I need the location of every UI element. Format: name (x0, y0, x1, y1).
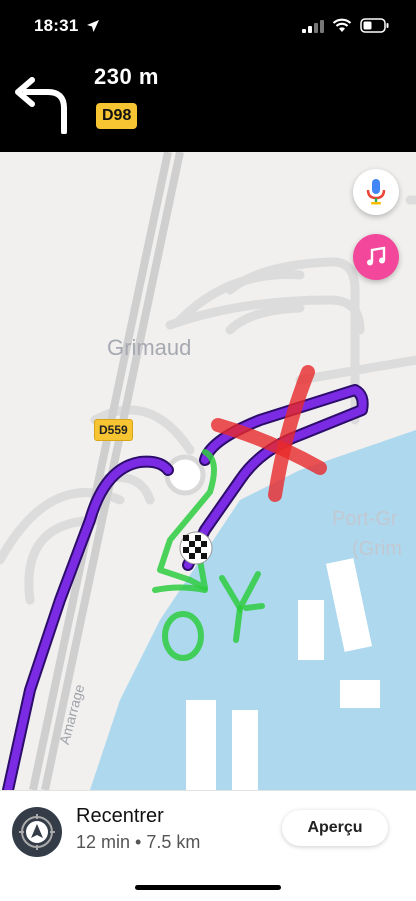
recenter-label[interactable]: Recentrer (76, 805, 164, 828)
location-arrow-icon (87, 20, 99, 32)
recenter-button[interactable] (12, 807, 62, 857)
status-bar: 18:31 (0, 0, 416, 54)
turn-distance: 230 m (94, 64, 159, 89)
turn-left-icon (15, 77, 67, 134)
compass-icon (19, 814, 55, 850)
status-indicators (302, 18, 390, 33)
navigation-banner: 230 m D98 (0, 54, 416, 152)
preview-button[interactable]: Aperçu (282, 810, 388, 846)
home-indicator[interactable] (135, 885, 281, 890)
voice-button[interactable] (353, 169, 399, 215)
music-note-icon (367, 246, 386, 266)
destination-marker[interactable] (179, 531, 213, 565)
roundabout (164, 454, 206, 496)
wifi-icon (332, 18, 352, 32)
music-button[interactable] (353, 234, 399, 280)
map-label-town: Grimaud (107, 335, 192, 360)
battery-icon (360, 18, 389, 33)
bottom-panel: Recentrer 12 min • 7.5 km Aperçu (0, 790, 416, 901)
eta-summary: 12 min • 7.5 km (76, 832, 201, 852)
cellular-signal-icon (302, 19, 324, 33)
map-view[interactable]: Grimaud Port-Gr (Grim Amarrage D559 (0, 152, 416, 790)
status-time: 18:31 (34, 16, 79, 35)
road-shield: D559 (94, 419, 133, 441)
map-label-port: Port-Gr (332, 508, 398, 530)
road-name-badge: D98 (96, 103, 138, 129)
map-label-port-sub: (Grim (352, 538, 402, 560)
microphone-icon (366, 179, 386, 205)
